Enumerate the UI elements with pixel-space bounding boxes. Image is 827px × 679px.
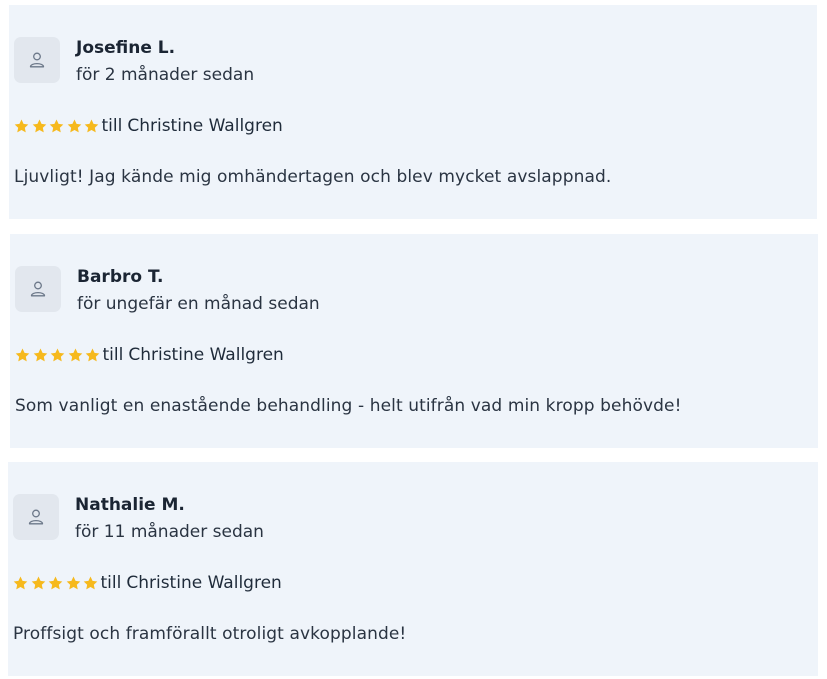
star-icon: [68, 348, 82, 361]
review-text: Som vanligt en enastående behandling - h…: [15, 396, 682, 416]
avatar: [15, 266, 61, 312]
rating-row: till Christine Wallgren: [12, 572, 282, 594]
user-icon: [29, 52, 45, 68]
review-text: Proffsigt och framförallt otroligt avkop…: [13, 624, 407, 644]
staff-prefix: till: [102, 345, 124, 365]
staff-name: Christine Wallgren: [128, 345, 284, 365]
star-rating: [13, 118, 101, 135]
reviewer-name: Josefine L.: [76, 38, 176, 58]
user-icon: [30, 281, 46, 297]
star-icon: [66, 576, 80, 589]
review-time: för ungefär en månad sedan: [77, 294, 320, 314]
star-icon: [50, 348, 65, 361]
star-icon: [83, 576, 98, 589]
star-icon: [31, 576, 45, 589]
staff-name: Christine Wallgren: [126, 573, 282, 593]
review-card: Barbro T. för ungefär en månad sedan til…: [10, 234, 818, 448]
star-rating: [14, 347, 102, 364]
avatar: [14, 37, 60, 83]
staff-prefix: till: [100, 573, 122, 593]
star-icon: [49, 119, 64, 132]
star-icon: [48, 576, 63, 589]
rating-row: till Christine Wallgren: [13, 115, 283, 137]
review-text: Ljuvligt! Jag kände mig omhändertagen oc…: [14, 167, 612, 187]
review-card: Nathalie M. för 11 månader sedan till Chr…: [8, 462, 818, 676]
review-time: för 11 månader sedan: [75, 522, 264, 542]
reviewer-name: Barbro T.: [77, 267, 164, 287]
staff-label: till Christine Wallgren: [103, 345, 284, 365]
avatar: [13, 494, 59, 540]
staff-label: till Christine Wallgren: [102, 116, 283, 136]
star-icon: [84, 119, 99, 132]
star-icon: [14, 119, 29, 132]
review-time: för 2 månader sedan: [76, 65, 255, 85]
review-card: Josefine L. för 2 månader sedan till Chri…: [9, 5, 817, 219]
star-icon: [33, 348, 47, 361]
star-rating: [12, 575, 100, 592]
staff-label: till Christine Wallgren: [101, 573, 282, 593]
star-icon: [32, 119, 46, 132]
rating-row: till Christine Wallgren: [14, 344, 284, 366]
star-icon: [13, 576, 28, 589]
user-icon: [28, 509, 44, 525]
reviewer-name: Nathalie M.: [75, 495, 185, 515]
star-icon: [15, 348, 30, 361]
staff-name: Christine Wallgren: [127, 116, 283, 136]
star-icon: [67, 119, 81, 132]
star-icon: [85, 348, 100, 361]
staff-prefix: till: [101, 116, 123, 136]
